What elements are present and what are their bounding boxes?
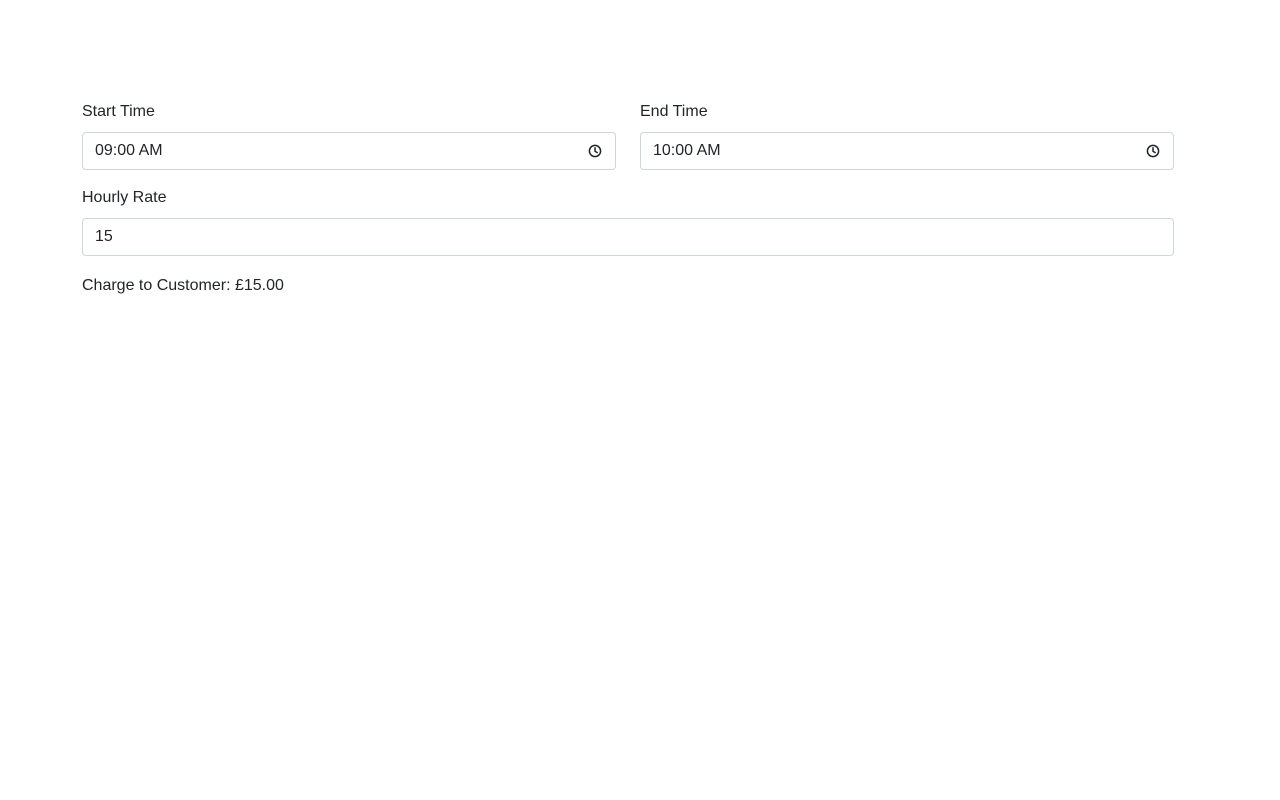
start-time-input[interactable]: 09:00 AM <box>82 132 616 170</box>
hourly-rate-field: Hourly Rate 15 <box>82 186 1174 256</box>
end-time-input[interactable]: 10:00 AM <box>640 132 1174 170</box>
clock-icon[interactable] <box>1145 143 1161 159</box>
hourly-rate-label: Hourly Rate <box>82 189 167 206</box>
clock-icon[interactable] <box>587 143 603 159</box>
time-row: Start Time 09:00 AM End Time 10:00 AM <box>82 100 1174 170</box>
end-time-value: 10:00 AM <box>653 142 721 159</box>
end-time-label: End Time <box>640 103 708 120</box>
start-time-label: Start Time <box>82 103 155 120</box>
booking-form: Start Time 09:00 AM End Time 10:00 AM Ho… <box>82 100 1174 298</box>
start-time-field: Start Time 09:00 AM <box>82 100 616 170</box>
hourly-rate-input[interactable]: 15 <box>82 218 1174 256</box>
charge-to-customer: Charge to Customer: £15.00 <box>82 277 284 294</box>
end-time-field: End Time 10:00 AM <box>640 100 1174 170</box>
hourly-rate-value: 15 <box>95 228 113 245</box>
start-time-value: 09:00 AM <box>95 142 163 159</box>
